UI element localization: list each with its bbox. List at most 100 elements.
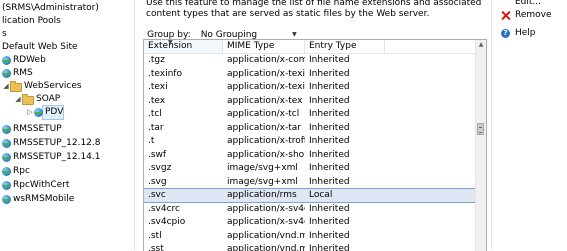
list-cell-entry: Inherited [309,176,350,187]
list-cell-ext: .tar [148,122,164,133]
list-cell-entry: Inherited [309,109,350,119]
list-row[interactable]: .svc application/rms Local [144,188,477,203]
tree-node-application-pools[interactable]: lication Pools [0,15,61,28]
list-cell-ext: .svc [148,190,166,200]
list-cell-mime: application/x-sv4c... [227,217,305,227]
tree-node-label: wsRMSMobile [13,194,75,204]
globe-icon [2,195,11,204]
mime-types-list[interactable]: ▼ Extension MIME Type Entry Type .tgz app… [143,39,487,251]
tree-node-label: PDV [41,105,65,120]
tree-node-label: RMSSETUP_12.14.1 [13,152,101,162]
tree-node-rdweb[interactable]: RDWeb [2,54,46,67]
list-cell-ext: .tex [148,95,166,106]
collapse-arrow-icon[interactable]: ◢ [14,93,22,106]
list-row[interactable]: .texi application/x-texi... Inherited [144,81,476,94]
list-row[interactable]: .sv4cpio application/x-sv4c... Inherited [144,216,476,229]
tree-node-label: RpcWithCert [13,180,70,190]
folder-icon [10,80,22,92]
globe-icon [2,69,11,78]
globe-icon [2,153,11,162]
list-cell-mime: application/x-texi... [227,82,305,92]
list-row[interactable]: .tgz application/x-com... Inherited [144,54,476,67]
list-cell-mime: application/vnd.m... [227,230,305,241]
list-cell-mime: application/x-sho... [227,149,305,160]
list-row[interactable]: .tar application/x-tar Inherited [144,122,476,135]
list-row[interactable]: .tcl application/x-tcl Inherited [144,108,476,121]
help-icon: ? [501,28,510,38]
tree-node-sites[interactable]: s [0,28,7,41]
list-row[interactable]: .texinfo application/x-texi... Inherited [144,68,476,81]
list-row[interactable]: .tex application/x-tex Inherited [144,95,476,108]
collapse-arrow-icon[interactable]: ◢ [2,80,10,93]
scroll-thumb[interactable] [477,123,484,135]
list-cell-mime: application/x-com... [227,55,305,65]
globe-icon [2,125,11,134]
list-row[interactable]: .sv4crc application/x-sv4crc Inherited [144,203,476,216]
list-cell-entry: Inherited [309,55,350,65]
tree-node-default-web-site[interactable]: Default Web Site [0,41,78,54]
tree-node-webservices[interactable]: ◢ WebServices [2,80,82,93]
list-cell-entry: Local [309,190,333,200]
tree-node-rpcwithcert[interactable]: RpcWithCert [2,179,69,192]
list-cell-entry: Inherited [309,68,350,79]
tree-node-soap[interactable]: ◢ SOAP [14,93,60,106]
globe-icon [2,167,11,176]
tree-node-label: RDWeb [13,55,46,65]
list-cell-ext: .swf [148,149,167,160]
list-cell-entry: Inherited [309,230,350,241]
list-row[interactable]: .t application/x-troff Inherited [144,135,476,148]
feature-description: Use this feature to manage the list of f… [146,0,482,19]
list-cell-ext: .sv4cpio [148,217,186,227]
list-row[interactable]: .stl application/vnd.m... Inherited [144,230,476,243]
tree-node-rmssetup-12-12-8[interactable]: RMSSETUP_12.12.8 [2,137,101,150]
list-cell-mime: application/x-tar [227,122,301,133]
remove-action-label: Remove [515,10,552,20]
list-row[interactable]: .swf application/x-sho... Inherited [144,149,476,162]
help-action[interactable]: ? Help [501,27,536,39]
list-cell-entry: Inherited [309,122,350,133]
folder-icon [22,93,34,105]
tree-node-server[interactable]: (SRMS\Administrator) [0,2,99,15]
list-cell-entry: Inherited [309,95,350,106]
list-cell-mime: application/rms [227,190,297,200]
list-cell-entry: Inherited [309,149,350,160]
tree-node-label: (SRMS\Administrator) [2,3,99,13]
column-header-extension[interactable]: ▼ Extension [144,40,223,53]
remove-action[interactable]: Remove [501,9,552,21]
edit-action[interactable]: Edit... [501,0,541,8]
list-cell-mime: application/x-sv4crc [227,203,305,214]
remove-x-icon [501,11,510,20]
list-row[interactable]: .svg image/svg+xml Inherited [144,176,476,189]
list-cell-mime: image/svg+xml [227,176,298,187]
list-cell-ext: .sv4crc [148,203,181,214]
vertical-scrollbar[interactable]: ▲ [475,40,486,251]
list-header: ▼ Extension MIME Type Entry Type [144,40,476,54]
connections-tree[interactable]: (SRMS\Administrator) lication Pools s De… [0,0,134,250]
tree-node-label: Default Web Site [2,42,78,52]
tree-node-label: s [2,29,7,39]
tree-node-pdv[interactable]: ▷ PDV [26,105,65,120]
list-row[interactable]: .svgz image/svg+xml Inherited [144,162,476,175]
globe-icon [2,139,11,148]
list-cell-ext: .stl [148,230,162,241]
list-cell-mime: application/x-texi... [227,68,305,79]
tree-node-label: RMSSETUP_12.12.8 [13,138,101,148]
tree-node-rpc[interactable]: Rpc [2,165,30,178]
column-header-entry-type[interactable]: Entry Type [305,40,385,53]
tree-node-rmssetup[interactable]: RMSSETUP [2,123,62,136]
tree-node-rms[interactable]: RMS [2,67,33,80]
list-cell-entry: Inherited [309,163,350,173]
sort-arrow-icon: ▼ [168,39,173,46]
list-cell-mime: application/x-tex [227,95,303,106]
list-cell-mime: image/svg+xml [227,163,298,173]
tree-node-label: SOAP [36,94,61,104]
scroll-up-arrow-icon[interactable]: ▲ [476,40,486,50]
tree-node-rmssetup-12-14-1[interactable]: RMSSETUP_12.14.1 [2,151,101,164]
edit-action-label: Edit... [515,0,542,7]
expand-arrow-icon[interactable]: ▷ [26,106,34,119]
mime-types-panel: Use this feature to manage the list of f… [134,0,492,251]
globe-icon [2,56,11,65]
list-cell-entry: Inherited [309,203,350,214]
column-header-mime-type[interactable]: MIME Type [223,40,305,53]
tree-node-wsrmsmobile[interactable]: wsRMSMobile [2,193,74,206]
